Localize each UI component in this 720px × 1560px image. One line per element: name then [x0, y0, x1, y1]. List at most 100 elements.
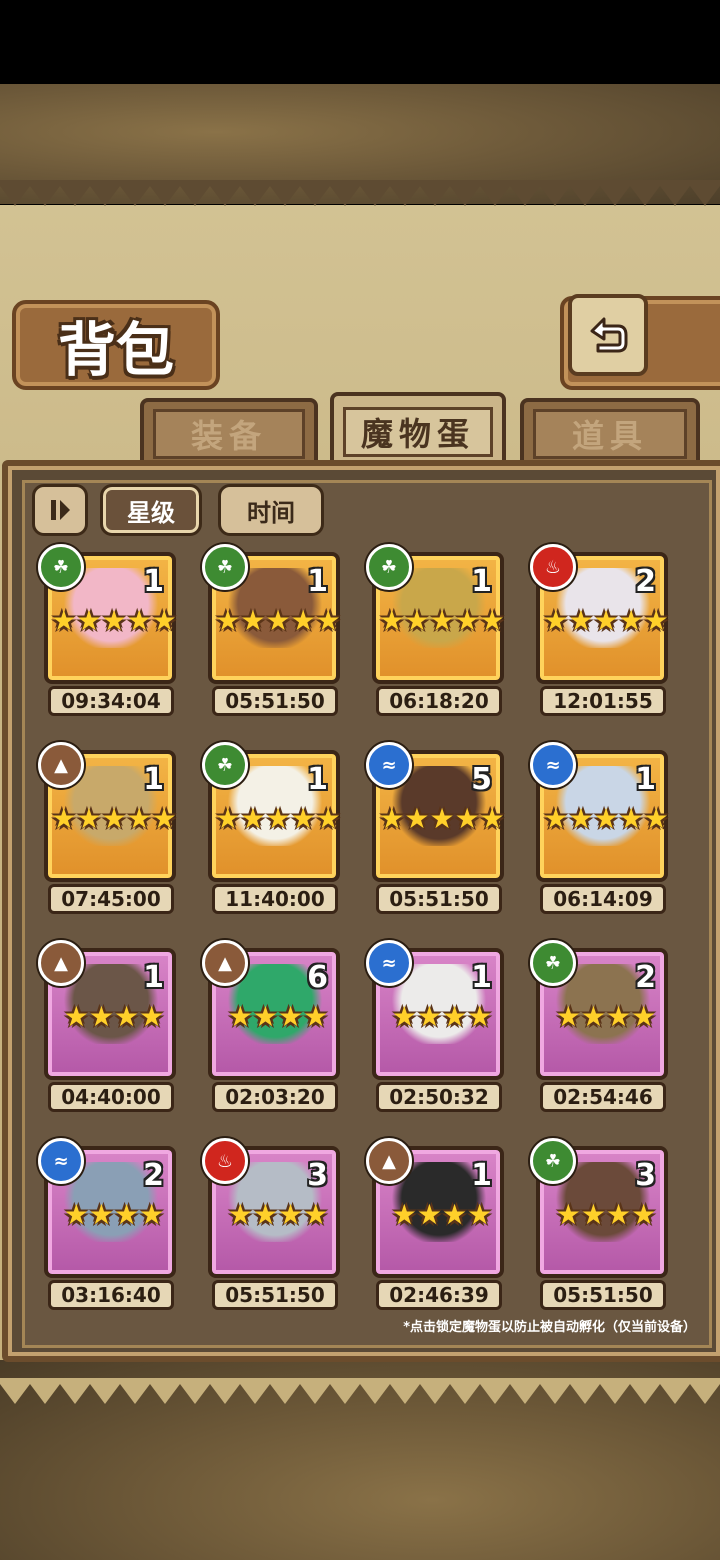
- star-icon: ★: [278, 1000, 304, 1033]
- hatch-timer: 04:40:00: [48, 1082, 174, 1112]
- star-rating: ★ ★ ★ ★: [544, 1200, 668, 1230]
- egg-card[interactable]: 5 ★ ★ ★ ★ ★ ≈05:51:50: [366, 742, 508, 914]
- star-icon: ★: [606, 1198, 632, 1231]
- egg-count: 2: [635, 564, 656, 599]
- zigzag-border-top: [0, 180, 720, 206]
- egg-card[interactable]: 3 ★ ★ ★ ★ ♨ 05:51:50: [202, 1138, 344, 1310]
- egg-count: 2: [143, 1158, 164, 1193]
- star-icon: ★: [643, 802, 669, 835]
- star-rating: ★ ★ ★ ★: [380, 1002, 504, 1032]
- back-button[interactable]: [568, 294, 648, 376]
- star-rating: ★ ★ ★ ★ ★: [215, 802, 341, 835]
- star-icon: ★: [63, 1198, 89, 1231]
- egg-card[interactable]: 3 ★ ★ ★ ★ ☘ 05:51:50: [530, 1138, 672, 1310]
- sort-by-time-button[interactable]: 时间: [218, 484, 324, 536]
- star-icon: ★: [240, 604, 266, 637]
- star-icon: ★: [114, 1198, 140, 1231]
- star-rating: ★ ★ ★ ★: [52, 1200, 176, 1230]
- star-icon: ★: [454, 802, 480, 835]
- star-icon: ★: [240, 802, 266, 835]
- egg-card[interactable]: 1 ★ ★ ★ ★ ▲ 04:40:00: [38, 940, 180, 1112]
- earth-element-icon: ▲: [366, 1138, 412, 1184]
- nature-element-icon: ☘: [530, 940, 576, 986]
- star-icon: ★: [51, 604, 77, 637]
- star-rating: ★ ★ ★ ★ ★: [379, 802, 505, 835]
- egg-count: 1: [471, 564, 492, 599]
- star-rating: ★ ★ ★ ★ ★: [215, 604, 341, 637]
- star-rating: ★ ★ ★ ★ ★: [51, 802, 177, 835]
- star-icon: ★: [631, 1198, 657, 1231]
- star-icon: ★: [568, 802, 594, 835]
- star-icon: ★: [278, 1198, 304, 1231]
- egg-card[interactable]: 2 ★ ★ ★ ★ ★ ♨ 12:01:55: [530, 544, 672, 716]
- page-title: 背包: [57, 316, 174, 384]
- star-icon: ★: [593, 604, 619, 637]
- egg-card[interactable]: 1 ★ ★ ★ ★ ★ ☘ 09:34:04: [38, 544, 180, 716]
- egg-card[interactable]: 1 ★ ★ ★ ★ ★ ☘ 06:18:20: [366, 544, 508, 716]
- collapse-button[interactable]: [32, 484, 88, 536]
- star-rating: ★ ★ ★ ★: [544, 1002, 668, 1032]
- star-icon: ★: [88, 1198, 114, 1231]
- egg-count: 3: [307, 1158, 328, 1193]
- star-icon: ★: [568, 604, 594, 637]
- star-icon: ★: [51, 802, 77, 835]
- lock-hint-text: *点击锁定魔物蛋以防止被自动孵化（仅当前设备）: [403, 1320, 696, 1335]
- nature-element-icon: ☘: [202, 544, 248, 590]
- star-icon: ★: [416, 1000, 442, 1033]
- sort-by-star-button[interactable]: 星级: [100, 484, 202, 536]
- egg-count: 1: [471, 1158, 492, 1193]
- star-rating: ★ ★ ★ ★ ★: [543, 604, 669, 637]
- status-bar: [0, 0, 720, 84]
- hatch-timer: 05:51:50: [212, 686, 338, 716]
- star-icon: ★: [101, 802, 127, 835]
- egg-card[interactable]: 1 ★ ★ ★ ★ ★ ☘ 11:40:00: [202, 742, 344, 914]
- star-icon: ★: [265, 604, 291, 637]
- star-icon: ★: [416, 1198, 442, 1231]
- return-arrow-icon: [590, 317, 628, 353]
- star-icon: ★: [114, 1000, 140, 1033]
- star-rating: ★ ★ ★ ★ ★: [379, 606, 505, 636]
- star-icon: ★: [290, 604, 316, 637]
- tab-monster-eggs[interactable]: 魔物蛋: [330, 392, 506, 468]
- tab-equipment[interactable]: 装备: [140, 398, 318, 466]
- egg-card[interactable]: 2 ★ ★ ★ ★ ☘ 02:54:46: [530, 940, 672, 1112]
- zigzag-border-bottom: [0, 1378, 720, 1404]
- egg-count: 1: [635, 762, 656, 797]
- earth-element-icon: ▲: [38, 742, 84, 788]
- egg-card[interactable]: 1 ★ ★ ★ ★ ★ ▲ 07:45:00: [38, 742, 180, 914]
- egg-card[interactable]: 1 ★ ★ ★ ★ ★ ≈06:14:09: [530, 742, 672, 914]
- star-icon: ★: [429, 802, 455, 835]
- egg-card[interactable]: 6 ★ ★ ★ ★ ▲ 02:03:20: [202, 940, 344, 1112]
- star-icon: ★: [379, 802, 405, 835]
- hatch-timer: 02:46:39: [376, 1280, 502, 1310]
- star-icon: ★: [151, 604, 177, 637]
- nature-element-icon: ☘: [530, 1138, 576, 1184]
- star-icon: ★: [543, 802, 569, 835]
- star-icon: ★: [631, 1000, 657, 1033]
- egg-card[interactable]: 1 ★ ★ ★ ★ ≈02:50:32: [366, 940, 508, 1112]
- egg-card[interactable]: 1 ★ ★ ★ ★ ▲ 02:46:39: [366, 1138, 508, 1310]
- egg-card[interactable]: 2 ★ ★ ★ ★ ≈03:16:40: [38, 1138, 180, 1310]
- hatch-timer: 11:40:00: [212, 884, 338, 914]
- star-icon: ★: [88, 1000, 114, 1033]
- tab-items[interactable]: 道具: [520, 398, 700, 466]
- star-rating: ★ ★ ★ ★: [216, 1002, 340, 1032]
- tabs-bar: 装备 魔物蛋 道具: [10, 392, 710, 468]
- star-icon: ★: [643, 604, 669, 637]
- star-icon: ★: [215, 802, 241, 835]
- egg-count: 2: [635, 960, 656, 995]
- star-icon: ★: [315, 802, 341, 835]
- water-element-icon: ≈: [366, 940, 412, 986]
- egg-card[interactable]: 1 ★ ★ ★ ★ ★ ☘ 05:51:50: [202, 544, 344, 716]
- collapse-icon: [51, 500, 70, 520]
- egg-count: 1: [471, 960, 492, 995]
- title-plate: 背包: [12, 300, 220, 390]
- star-icon: ★: [442, 1000, 468, 1033]
- star-icon: ★: [63, 1000, 89, 1033]
- earth-element-icon: ▲: [38, 940, 84, 986]
- star-icon: ★: [391, 1198, 417, 1231]
- star-icon: ★: [227, 1198, 253, 1231]
- star-icon: ★: [391, 1000, 417, 1033]
- star-icon: ★: [227, 1000, 253, 1033]
- egg-count: 1: [143, 564, 164, 599]
